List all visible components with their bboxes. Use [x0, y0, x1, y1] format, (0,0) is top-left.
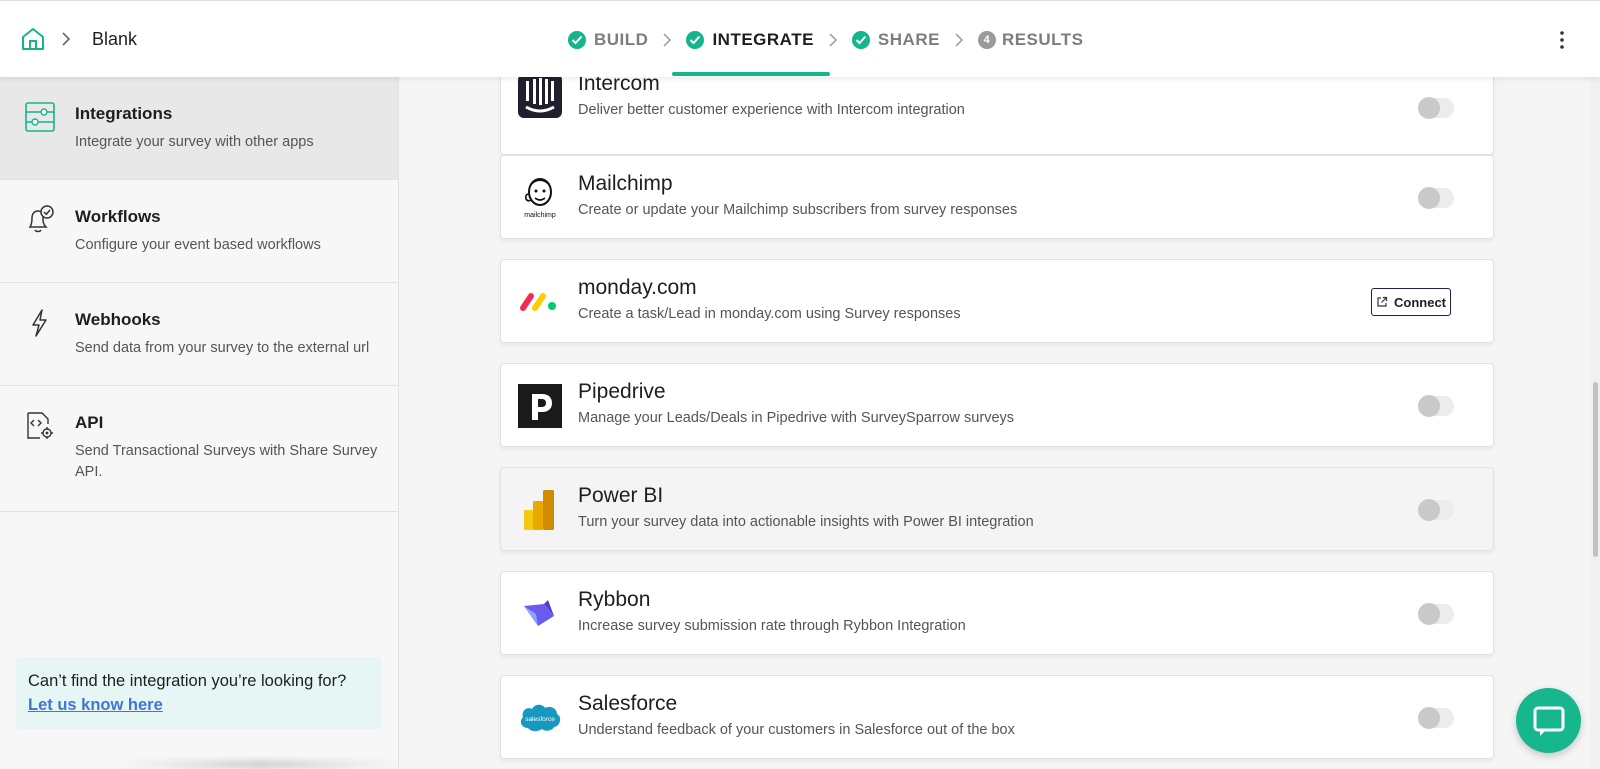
integration-card-pipedrive: Pipedrive Manage your Leads/Deals in Pip… — [500, 363, 1494, 447]
integration-desc: Create a task/Lead in monday.com using S… — [578, 306, 961, 322]
integration-name: Pipedrive — [578, 380, 666, 403]
connect-label: Connect — [1394, 294, 1446, 310]
chat-icon — [1533, 706, 1564, 736]
chevron-right-icon — [829, 32, 837, 47]
breadcrumb-title: Blank — [92, 29, 138, 49]
top-bar: Blank BUILD INTEGRATE SHARE 4 RESULTS — [0, 0, 1600, 77]
step-results[interactable]: 4 RESULTS — [977, 1, 1084, 78]
check-circle-icon — [686, 30, 705, 49]
sidebar-item-api[interactable]: API Send Transactional Surveys with Shar… — [0, 386, 398, 512]
chevron-right-icon — [663, 32, 672, 47]
integration-desc: Turn your survey data into actionable in… — [578, 514, 1034, 530]
integration-card-salesforce: salesforce Salesforce Understand feedbac… — [500, 675, 1494, 759]
sidebar: Integrations Integrate your survey with … — [0, 77, 400, 769]
integration-desc: Understand feedback of your customers in… — [578, 722, 1015, 738]
monday-logo — [520, 293, 556, 311]
sidebar-item-integrations[interactable]: Integrations Integrate your survey with … — [0, 77, 398, 180]
sidebar-item-workflows[interactable]: Workflows Configure your event based wor… — [0, 180, 398, 283]
integration-name: Power BI — [578, 484, 664, 507]
step-label: INTEGRATE — [712, 29, 814, 49]
salesforce-toggle[interactable] — [1418, 707, 1454, 729]
chat-launcher-button[interactable] — [1516, 688, 1581, 753]
integration-desc: Deliver better customer experience with … — [578, 102, 965, 118]
salesforce-logo: salesforce — [520, 704, 561, 732]
integration-card-mailchimp: mailchimp Mailchimp Create or update you… — [500, 155, 1494, 239]
check-circle-icon — [851, 30, 870, 49]
integration-name: Intercom — [578, 77, 660, 95]
let-us-know-link[interactable]: Let us know here — [28, 696, 163, 714]
step-label: RESULTS — [1001, 29, 1084, 49]
step-build[interactable]: BUILD — [568, 1, 648, 78]
integration-card-rybbon: Rybbon Increase survey submission rate t… — [500, 571, 1494, 655]
sidebar-item-title: API — [75, 413, 104, 432]
intercom-logo — [518, 77, 562, 118]
powerbi-toggle[interactable] — [1418, 499, 1454, 521]
chevron-right-icon — [62, 32, 71, 46]
integration-card-intercom: Intercom Deliver better customer experie… — [500, 77, 1494, 155]
external-link-icon — [1377, 296, 1388, 307]
scrollbar-thumb[interactable] — [1593, 382, 1598, 557]
rybbon-toggle[interactable] — [1418, 603, 1454, 625]
sidebar-item-desc: Send Transactional Surveys with Share Su… — [75, 443, 378, 480]
connect-button[interactable]: Connect — [1371, 288, 1451, 316]
active-step-indicator — [672, 72, 830, 76]
integration-card-powerbi: Power BI Turn your survey data into acti… — [500, 467, 1494, 551]
sliders-icon — [25, 102, 55, 132]
integration-desc: Create or update your Mailchimp subscrib… — [578, 202, 1018, 218]
integration-name: Mailchimp — [578, 172, 673, 195]
powerbi-logo — [524, 490, 554, 530]
pipedrive-logo — [518, 384, 562, 428]
salesforce-logo-text: salesforce — [525, 716, 555, 723]
chevron-right-icon — [955, 32, 963, 47]
step-number-badge: 4 — [977, 30, 996, 49]
sidebar-item-desc: Send data from your survey to the extern… — [75, 340, 370, 356]
sidebar-item-webhooks[interactable]: Webhooks Send data from your survey to t… — [0, 283, 398, 386]
lightning-icon — [32, 309, 47, 337]
sidebar-item-desc: Integrate your survey with other apps — [75, 134, 314, 150]
sidebar-item-title: Integrations — [75, 104, 173, 123]
step-label: SHARE — [877, 29, 940, 49]
code-gear-icon — [27, 412, 53, 439]
integrations-list: Intercom Deliver better customer experie… — [400, 77, 1600, 769]
step-integrate[interactable]: INTEGRATE — [672, 1, 830, 78]
home-icon[interactable] — [20, 26, 46, 52]
intercom-toggle[interactable] — [1418, 97, 1454, 119]
integration-desc: Increase survey submission rate through … — [578, 618, 966, 634]
bottom-shadow — [120, 760, 400, 769]
integration-name: Rybbon — [578, 588, 651, 611]
sidebar-item-desc: Configure your event based workflows — [75, 237, 321, 253]
step-label: BUILD — [594, 29, 649, 49]
sidebar-item-title: Webhooks — [75, 310, 161, 329]
pipedrive-toggle[interactable] — [1418, 395, 1454, 417]
rybbon-logo — [524, 600, 554, 626]
step-navigation: BUILD INTEGRATE SHARE 4 RESULTS — [568, 1, 1084, 78]
help-text: Can’t find the integration you’re lookin… — [28, 672, 347, 690]
sidebar-item-title: Workflows — [75, 207, 161, 226]
integration-name: Salesforce — [578, 692, 678, 715]
bell-check-icon — [28, 205, 54, 233]
help-box: Can’t find the integration you’re lookin… — [16, 657, 382, 729]
mailchimp-logo-text: mailchimp — [524, 212, 556, 219]
integration-name: monday.com — [578, 276, 697, 299]
integration-card-monday: monday.com Create a task/Lead in monday.… — [500, 259, 1494, 343]
mailchimp-toggle[interactable] — [1418, 187, 1454, 209]
integration-desc: Manage your Leads/Deals in Pipedrive wit… — [578, 410, 1015, 426]
check-circle-icon — [568, 30, 586, 49]
more-options-icon[interactable] — [1552, 29, 1572, 51]
mailchimp-logo: mailchimp — [524, 178, 556, 219]
step-share[interactable]: SHARE — [851, 1, 940, 78]
